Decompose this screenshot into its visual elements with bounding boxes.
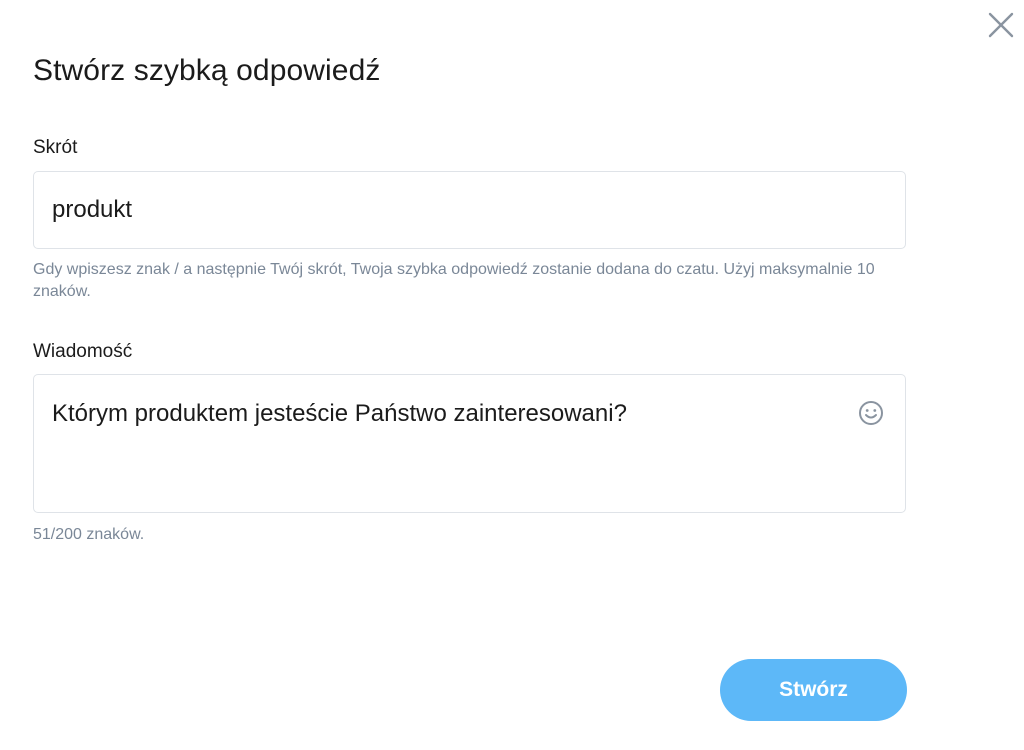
message-textarea-value: Którym produktem jesteście Państwo zaint… xyxy=(52,400,627,427)
close-icon xyxy=(988,12,1014,38)
shortcut-input[interactable]: produkt xyxy=(33,171,906,249)
shortcut-help-text: Gdy wpiszesz znak / a następnie Twój skr… xyxy=(33,261,875,300)
message-label: Wiadomość xyxy=(33,341,133,362)
message-character-counter: 51/200 znaków. xyxy=(33,526,145,543)
smiley-icon xyxy=(859,401,883,425)
emoji-picker-button[interactable] xyxy=(857,399,885,427)
message-textarea[interactable]: Którym produktem jesteście Państwo zaint… xyxy=(33,374,906,513)
shortcut-input-value: produkt xyxy=(52,196,133,223)
create-button[interactable]: Stwórz xyxy=(720,659,907,721)
shortcut-label: Skrót xyxy=(33,137,78,158)
close-button[interactable] xyxy=(984,8,1018,42)
dialog-title: Stwórz szybką odpowiedź xyxy=(33,54,381,87)
